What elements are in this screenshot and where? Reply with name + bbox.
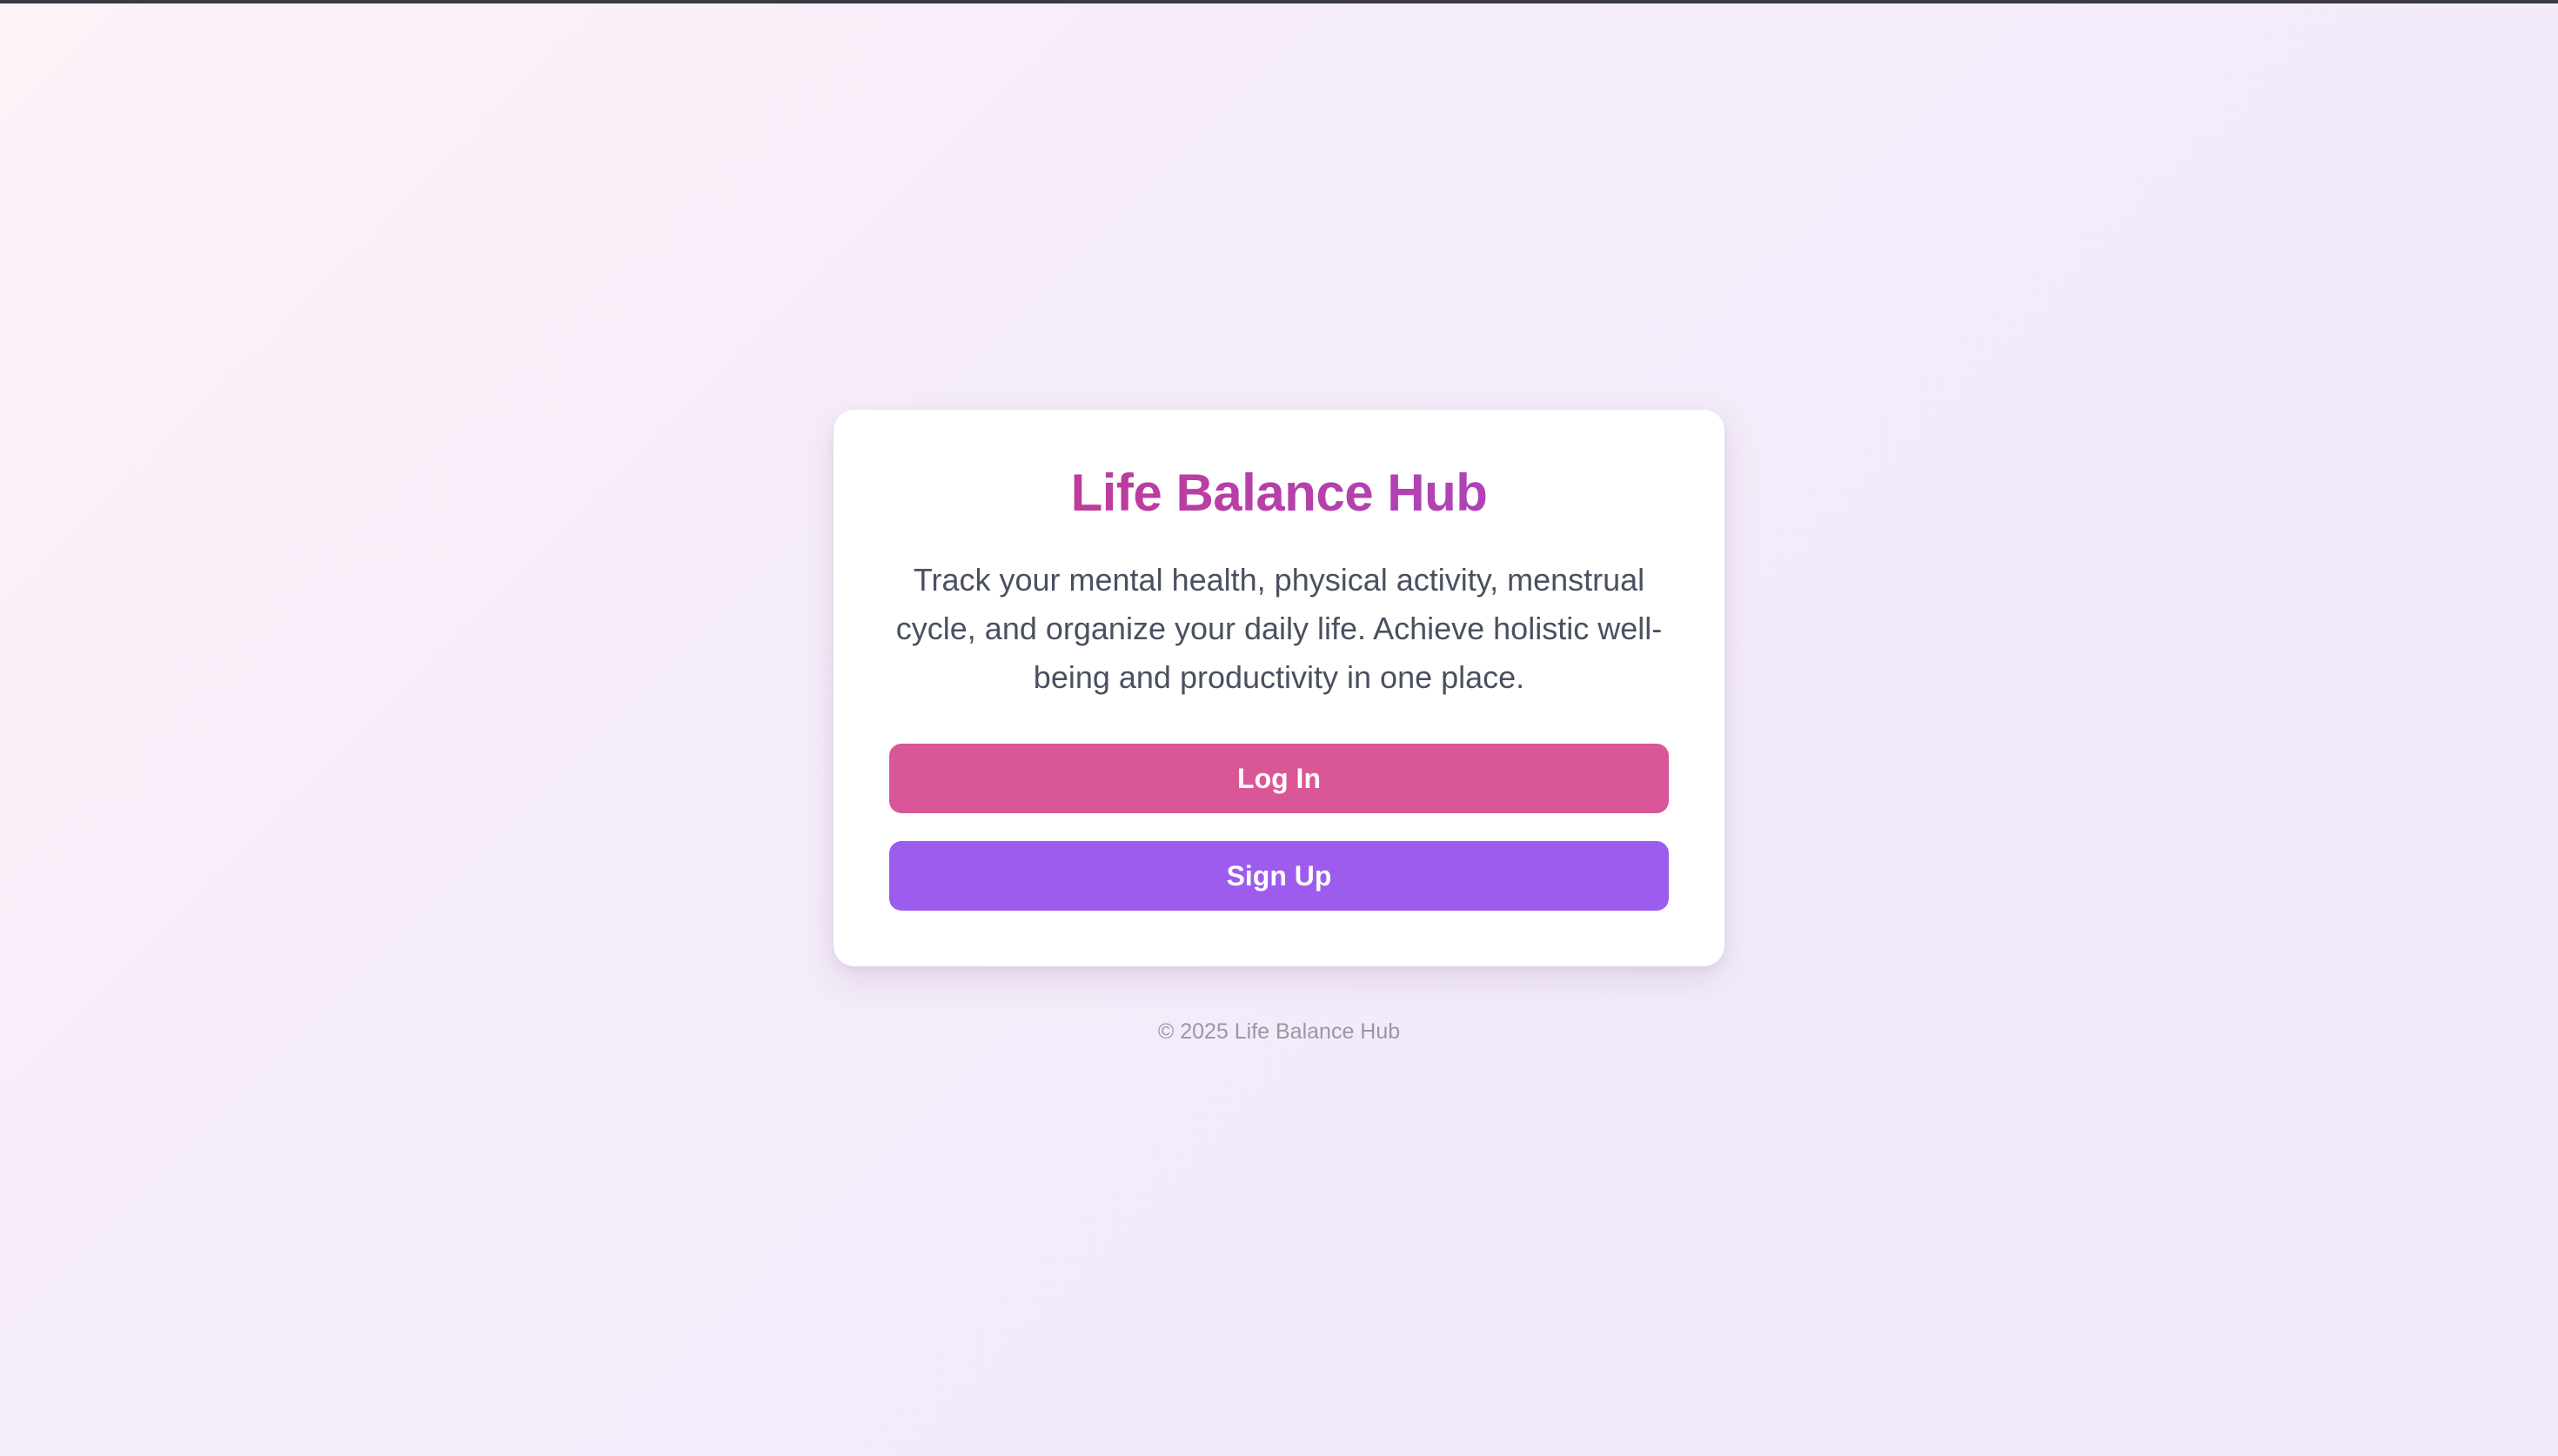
welcome-card: Life Balance Hub Track your mental healt… [834,410,1724,966]
signup-button[interactable]: Sign Up [889,841,1669,911]
app-title: Life Balance Hub [834,462,1724,524]
window-top-border [0,0,2558,3]
app-description: Track your mental health, physical activ… [895,562,1663,695]
copyright-footer: © 2025 Life Balance Hub [1157,1019,1401,1044]
login-button[interactable]: Log In [889,744,1669,813]
